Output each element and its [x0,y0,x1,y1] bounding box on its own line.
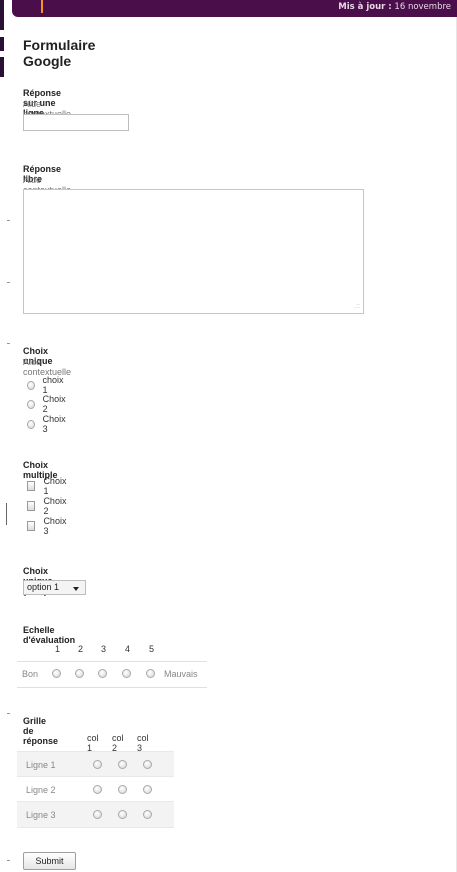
edge-strip [0,57,4,77]
short-answer-input[interactable] [23,114,129,131]
scale-number: 3 [101,644,107,654]
question-title-scale: Echelle d'évaluation [23,625,76,645]
grid-row-label: Ligne 1 [26,760,56,770]
grid-radio[interactable] [118,810,127,819]
edge-tick [7,860,10,861]
dropdown-arrow-icon [73,587,79,591]
scale-number: 1 [55,644,61,654]
grid-row-label: Ligne 3 [26,810,56,820]
form-title: Formulaire Google [23,37,96,69]
scale-number: 5 [149,644,155,654]
submit-button[interactable]: Submit [23,852,76,870]
checkbox[interactable] [27,521,36,531]
scale-number: 2 [78,644,84,654]
scale-radio-3[interactable] [98,669,107,678]
grid-radio[interactable] [143,810,152,819]
grid-radio[interactable] [118,760,127,769]
checkbox-option[interactable]: Choix 2 [27,496,68,516]
grid-radio[interactable] [93,785,102,794]
radio-option[interactable]: choix 1 [27,375,65,395]
grid-radio[interactable] [93,810,102,819]
grid-radio[interactable] [143,760,152,769]
grid-row: Ligne 3 [17,801,174,828]
header-bar: Mis à jour : 16 novembre [12,0,457,17]
grid-row-label: Ligne 2 [26,785,56,795]
edge-tick [7,282,10,283]
scale-radio-5[interactable] [146,669,155,678]
scale-low-label: Bon [22,669,39,679]
grid-radio[interactable] [93,760,102,769]
edge-strip [0,37,4,51]
grid-column-header: col 2 [112,733,124,753]
checkbox[interactable] [27,501,36,511]
checkbox-option[interactable]: Choix 3 [27,516,68,536]
scale-radio-1[interactable] [52,669,61,678]
checkbox[interactable] [27,481,36,491]
question-help-radio: Aide contextuelle [23,357,72,377]
scale-number: 4 [125,644,131,654]
paragraph-textarea[interactable]: .:: [23,189,364,314]
scale-radio-4[interactable] [122,669,131,678]
grid-row: Ligne 2 [17,776,174,802]
edge-tick [7,713,10,714]
list-select[interactable]: option 1 [23,580,86,595]
checkbox-option[interactable]: Choix 1 [27,476,68,496]
edge-line [6,503,7,525]
radio-option[interactable]: Choix 3 [27,414,67,434]
resize-grip-icon[interactable]: .:: [354,303,360,310]
edge-tick [7,220,10,221]
accent-mark [41,0,43,13]
radio-button[interactable] [27,399,35,409]
grid-row: Ligne 1 [17,751,174,777]
grid-column-header: col 3 [137,733,149,753]
grid-radio[interactable] [118,785,127,794]
edge-tick [7,343,10,344]
grid-column-header: col 1 [87,733,99,753]
radio-button[interactable] [27,419,35,429]
updated-notice: Mis à jour : 16 novembre [338,2,451,12]
radio-button[interactable] [27,380,35,390]
grid-radio[interactable] [143,785,152,794]
scale-radio-2[interactable] [75,669,84,678]
scale-high-label: Mauvais [164,669,198,679]
radio-option[interactable]: Choix 2 [27,394,67,414]
question-title-grid: Grille de réponse [23,716,59,746]
edge-strip [0,0,4,30]
